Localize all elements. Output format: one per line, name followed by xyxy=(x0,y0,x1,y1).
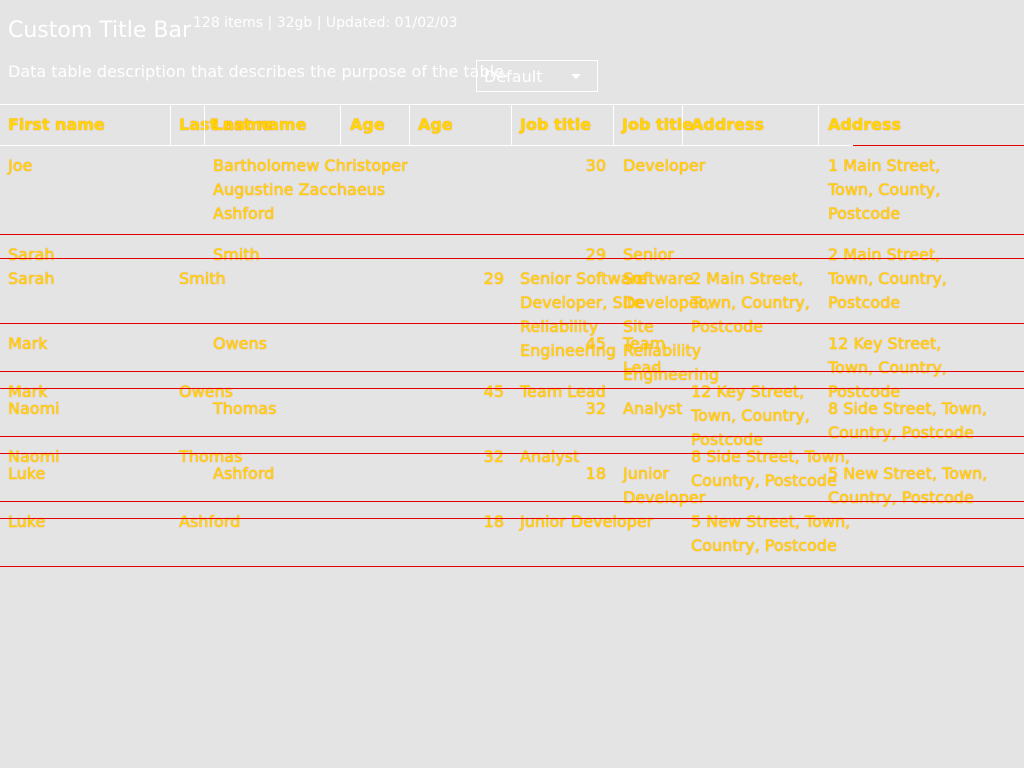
table-cell-overlay: Mark xyxy=(8,382,48,401)
view-select[interactable]: Default xyxy=(476,60,598,92)
column-header-overlay[interactable]: Last name xyxy=(179,113,272,137)
table-cell-overlay: Luke xyxy=(8,512,46,531)
table-meta: 128 items | 32gb | Updated: 01/02/03 xyxy=(193,15,458,31)
column-divider xyxy=(613,105,614,145)
column-header-overlay[interactable]: Address xyxy=(691,113,764,137)
row-divider-overlay xyxy=(0,436,1024,437)
table-cell-overlay: Team Lead xyxy=(520,382,606,401)
table-description: Data table description that describes th… xyxy=(8,62,509,81)
row-divider-overlay xyxy=(0,566,1024,567)
column-divider xyxy=(818,105,819,145)
table-cell-overlay: Thomas xyxy=(179,447,243,466)
page-title: Custom Title Bar xyxy=(8,18,192,43)
table-cell-overlay: Sarah xyxy=(8,269,55,288)
row-divider-overlay xyxy=(0,501,1024,502)
column-divider xyxy=(511,105,512,145)
table-cell-overlay: Ashford xyxy=(179,512,241,531)
column-header[interactable]: First name xyxy=(8,113,105,137)
table-cell: 12 Key Street, Town, Country, Postcode xyxy=(828,334,947,401)
column-divider xyxy=(204,105,205,145)
table-cell-overlay: Analyst xyxy=(520,447,580,466)
row-divider xyxy=(0,323,1024,324)
column-header-overlay[interactable]: Age xyxy=(418,113,453,137)
table-cell-overlay: 18 xyxy=(483,512,504,531)
table-cell-overlay: Senior Software Developer, Site Reliabil… xyxy=(520,269,647,360)
table-cell-overlay: 12 Key Street, Town, Country, Postcode xyxy=(691,382,810,449)
table-cell-overlay: 32 xyxy=(483,447,504,466)
table-cell: Sarah xyxy=(8,245,55,264)
column-divider xyxy=(170,105,171,145)
table-cell: Mark xyxy=(8,334,48,353)
column-divider xyxy=(409,105,410,145)
chevron-down-icon xyxy=(571,74,581,79)
table-cell: 1 Main Street, Town, County, Postcode xyxy=(828,156,941,223)
table-cell-overlay: 2 Main Street, Town, Country, Postcode xyxy=(691,269,810,336)
column-divider xyxy=(340,105,341,145)
header-top-border xyxy=(0,104,1024,105)
row-divider xyxy=(0,518,1024,519)
table-cell-overlay: 29 xyxy=(483,269,504,288)
table-cell: 30 xyxy=(585,156,606,175)
row-divider-overlay xyxy=(0,258,1024,259)
row-divider xyxy=(0,453,1024,454)
table-cell: 8 Side Street, Town, Country, Postcode xyxy=(828,399,987,442)
table-cell: 29 xyxy=(585,245,606,264)
header-bottom-border-overlay xyxy=(853,145,1024,146)
view-select-value: Default xyxy=(484,67,543,86)
table-cell-overlay: 45 xyxy=(483,382,504,401)
table-cell: Developer xyxy=(623,156,706,175)
table-cell-overlay: Junior Developer xyxy=(520,512,654,531)
header-bottom-border xyxy=(0,145,853,146)
row-divider xyxy=(0,388,1024,389)
row-divider-overlay xyxy=(0,371,1024,372)
column-divider xyxy=(682,105,683,145)
table-cell: Junior Developer xyxy=(623,464,706,507)
table-cell: Joe xyxy=(8,156,33,175)
table-cell-overlay: Smith xyxy=(179,269,226,288)
row-divider xyxy=(0,234,1024,235)
column-header-overlay[interactable]: Job title xyxy=(520,113,591,137)
column-header[interactable]: Age xyxy=(350,113,385,137)
table-cell-overlay: Owens xyxy=(179,382,233,401)
column-header[interactable]: Address xyxy=(828,113,901,137)
table-cell: 5 New Street, Town, Country, Postcode xyxy=(828,464,988,507)
table-cell: 2 Main Street, Town, Country, Postcode xyxy=(828,245,947,312)
table-cell-overlay: Naomi xyxy=(8,447,60,466)
